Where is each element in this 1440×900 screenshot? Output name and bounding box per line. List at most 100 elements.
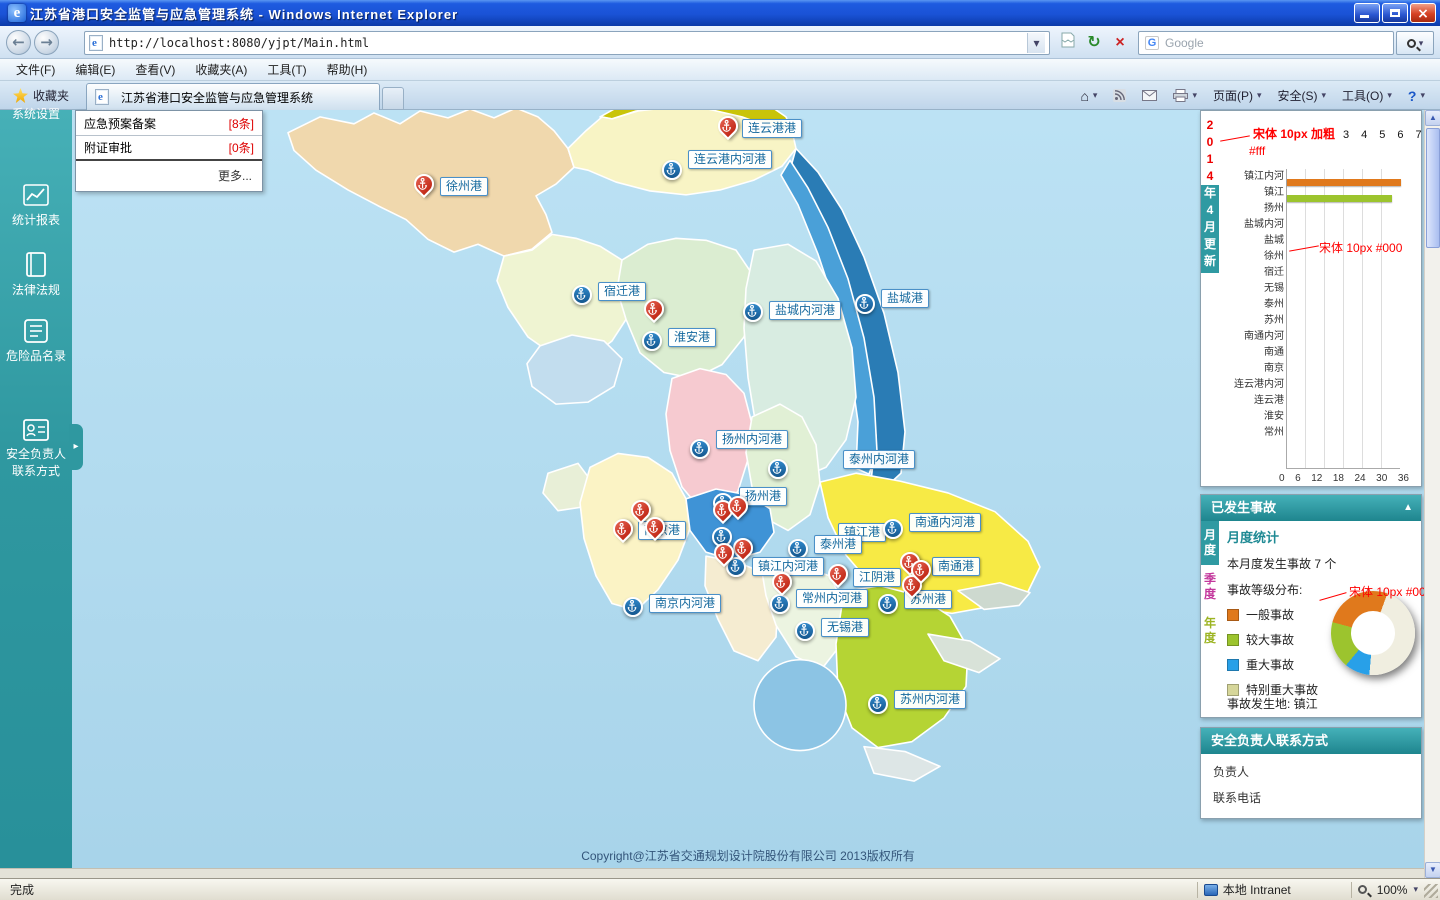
strip-char: 新	[1203, 254, 1216, 268]
sidebar-item-system[interactable]: 系统设置	[0, 106, 72, 123]
strip-char: 0	[1206, 135, 1214, 149]
accident-panel-header: 已发生事故 ▲	[1201, 495, 1421, 521]
address-dropdown-button[interactable]: ▾	[1027, 33, 1045, 53]
port-marker-苏州内河港[interactable]	[868, 694, 888, 714]
sidebar-item-contact[interactable]: 安全负责人 联系方式 ▸	[0, 418, 83, 480]
port-label-连云港内河港[interactable]: 连云港内河港	[688, 150, 773, 169]
chart-top-number: 3	[1343, 129, 1350, 141]
port-label-常州内河港[interactable]: 常州内河港	[796, 589, 869, 608]
legend-label: 较大事故	[1246, 633, 1295, 647]
restore-button[interactable]	[1382, 3, 1408, 23]
annotation-fff: #fff	[1249, 144, 1266, 158]
scroll-down-button[interactable]: ▼	[1425, 862, 1440, 878]
forward-button[interactable]: →	[34, 30, 59, 55]
contact-field-负责人[interactable]: 负责人	[1201, 754, 1421, 780]
menu-item[interactable]: 工具(T)	[257, 59, 316, 80]
menu-item[interactable]: 收藏夹(A)	[185, 59, 257, 80]
port-label-连云港港[interactable]: 连云港港	[742, 119, 803, 138]
new-tab-stub[interactable]	[382, 87, 404, 110]
port-marker-连云港内河港[interactable]	[662, 160, 682, 180]
help-button[interactable]: ? ▾	[1401, 85, 1432, 107]
back-button[interactable]: ←	[6, 30, 31, 55]
scrollbar-thumb[interactable]	[1426, 128, 1440, 248]
port-label-苏州内河港[interactable]: 苏州内河港	[894, 690, 967, 709]
menu-item[interactable]: 帮助(H)	[317, 59, 378, 80]
port-marker-南通内河港[interactable]	[883, 519, 903, 539]
chart-top-axis-numbers: 34567	[1343, 129, 1422, 141]
port-marker-扬州内河港[interactable]	[690, 439, 710, 459]
search-box[interactable]: G Google	[1138, 31, 1394, 55]
port-marker-连云港港[interactable]	[713, 111, 743, 141]
resize-grip[interactable]	[1424, 884, 1438, 898]
port-label-盐城内河港[interactable]: 盐城内河港	[769, 301, 842, 320]
close-button[interactable]: ×	[1410, 3, 1436, 23]
menu-item[interactable]: 文件(F)	[6, 59, 65, 80]
port-marker-无锡港[interactable]	[795, 621, 815, 641]
page-icon	[89, 35, 103, 51]
favorites-label: 收藏夹	[33, 89, 70, 103]
port-marker-江阴港[interactable]	[823, 559, 853, 589]
url-text[interactable]: http://localhost:8080/yjpt/Main.html	[109, 36, 369, 50]
port-label-南京内河港[interactable]: 南京内河港	[649, 594, 722, 613]
page-menu-button[interactable]: 页面(P) ▾	[1206, 85, 1269, 107]
port-label-淮安港[interactable]: 淮安港	[668, 328, 717, 347]
port-marker-泰州内河港[interactable]	[768, 459, 788, 479]
port-marker-常州内河港[interactable]	[770, 594, 790, 614]
port-label-南通内河港[interactable]: 南通内河港	[909, 513, 982, 532]
port-label-扬州内河港[interactable]: 扬州内河港	[716, 430, 789, 449]
chart-x-axis: 0 6 12 18 24 30 36	[1279, 473, 1409, 484]
port-marker-淮安港[interactable]	[642, 331, 662, 351]
sidebar-item-laws[interactable]: 法律法规	[0, 252, 72, 299]
port-marker-宿迁港[interactable]	[572, 285, 592, 305]
port-marker-苏州港[interactable]	[878, 594, 898, 614]
print-button[interactable]: ▾	[1166, 85, 1204, 107]
refresh-button[interactable]: ↻	[1082, 31, 1106, 55]
minimize-button[interactable]	[1354, 3, 1380, 23]
scroll-up-button[interactable]: ▲	[1425, 110, 1440, 126]
port-label-南通港[interactable]: 南通港	[932, 557, 981, 576]
accident-tab-季度[interactable]: 季度	[1201, 565, 1219, 609]
port-label-泰州内河港[interactable]: 泰州内河港	[843, 450, 916, 469]
tools-menu-button[interactable]: 工具(O) ▾	[1335, 85, 1399, 107]
port-label-无锡港[interactable]: 无锡港	[821, 618, 870, 637]
port-label-泰州港[interactable]: 泰州港	[814, 535, 863, 554]
quick-panel-more-link[interactable]: 更多...	[76, 161, 262, 191]
menu-item[interactable]: 编辑(E)	[65, 59, 125, 80]
contact-field-联系电话[interactable]: 联系电话	[1201, 780, 1421, 806]
quick-panel-row[interactable]: 应急预案备案 [8条]	[76, 111, 262, 136]
port-marker-泰州港[interactable]	[788, 539, 808, 559]
collapse-arrow-icon[interactable]: ▲	[1403, 495, 1413, 521]
feeds-button[interactable]	[1106, 85, 1133, 107]
accident-tab-年度[interactable]: 年度	[1201, 609, 1219, 653]
horizontal-scrollbar-track[interactable]	[0, 868, 1424, 878]
vertical-scrollbar[interactable]: ▲ ▼	[1424, 110, 1440, 878]
port-label-江阴港[interactable]: 江阴港	[853, 568, 902, 587]
port-marker-盐城港[interactable]	[855, 294, 875, 314]
search-button[interactable]: ▾	[1396, 31, 1434, 55]
sidebar-item-dangerous[interactable]: 危险品名录	[0, 318, 72, 365]
sidebar-item-stats[interactable]: 统计报表	[0, 184, 72, 229]
zoom-level[interactable]: 100%	[1377, 883, 1408, 897]
tab-main[interactable]: 江苏省港口安全监管与应急管理系统	[86, 83, 380, 110]
port-marker-南京内河港[interactable]	[623, 597, 643, 617]
menu-item[interactable]: 查看(V)	[125, 59, 185, 80]
accident-tab-月度[interactable]: 月度	[1201, 521, 1219, 565]
address-bar[interactable]: http://localhost:8080/yjpt/Main.html ▾	[84, 31, 1050, 55]
safety-menu-button[interactable]: 安全(S) ▾	[1271, 85, 1334, 107]
zoom-dropdown-arrow[interactable]: ▾	[1413, 884, 1418, 895]
port-marker-盐城内河港[interactable]	[743, 302, 763, 322]
search-input[interactable]: Google	[1165, 36, 1204, 50]
compatibility-view-button[interactable]	[1056, 31, 1080, 55]
favorites-button[interactable]: 收藏夹	[4, 84, 78, 107]
read-mail-button[interactable]	[1135, 85, 1164, 107]
contact-panel-header: 安全负责人联系方式	[1201, 728, 1421, 754]
home-button[interactable]: ⌂ ▾	[1073, 85, 1104, 107]
stop-button[interactable]: ×	[1108, 31, 1132, 55]
port-marker-南京港[interactable]	[608, 514, 638, 544]
port-label-徐州港[interactable]: 徐州港	[440, 177, 489, 196]
quick-panel-row[interactable]: 附证审批 [0条]	[76, 136, 262, 161]
port-marker-徐州港[interactable]	[409, 169, 439, 199]
port-label-宿迁港[interactable]: 宿迁港	[598, 282, 647, 301]
title-bar: e 江苏省港口安全监管与应急管理系统 - Windows Internet Ex…	[0, 0, 1440, 26]
port-label-盐城港[interactable]: 盐城港	[881, 289, 930, 308]
